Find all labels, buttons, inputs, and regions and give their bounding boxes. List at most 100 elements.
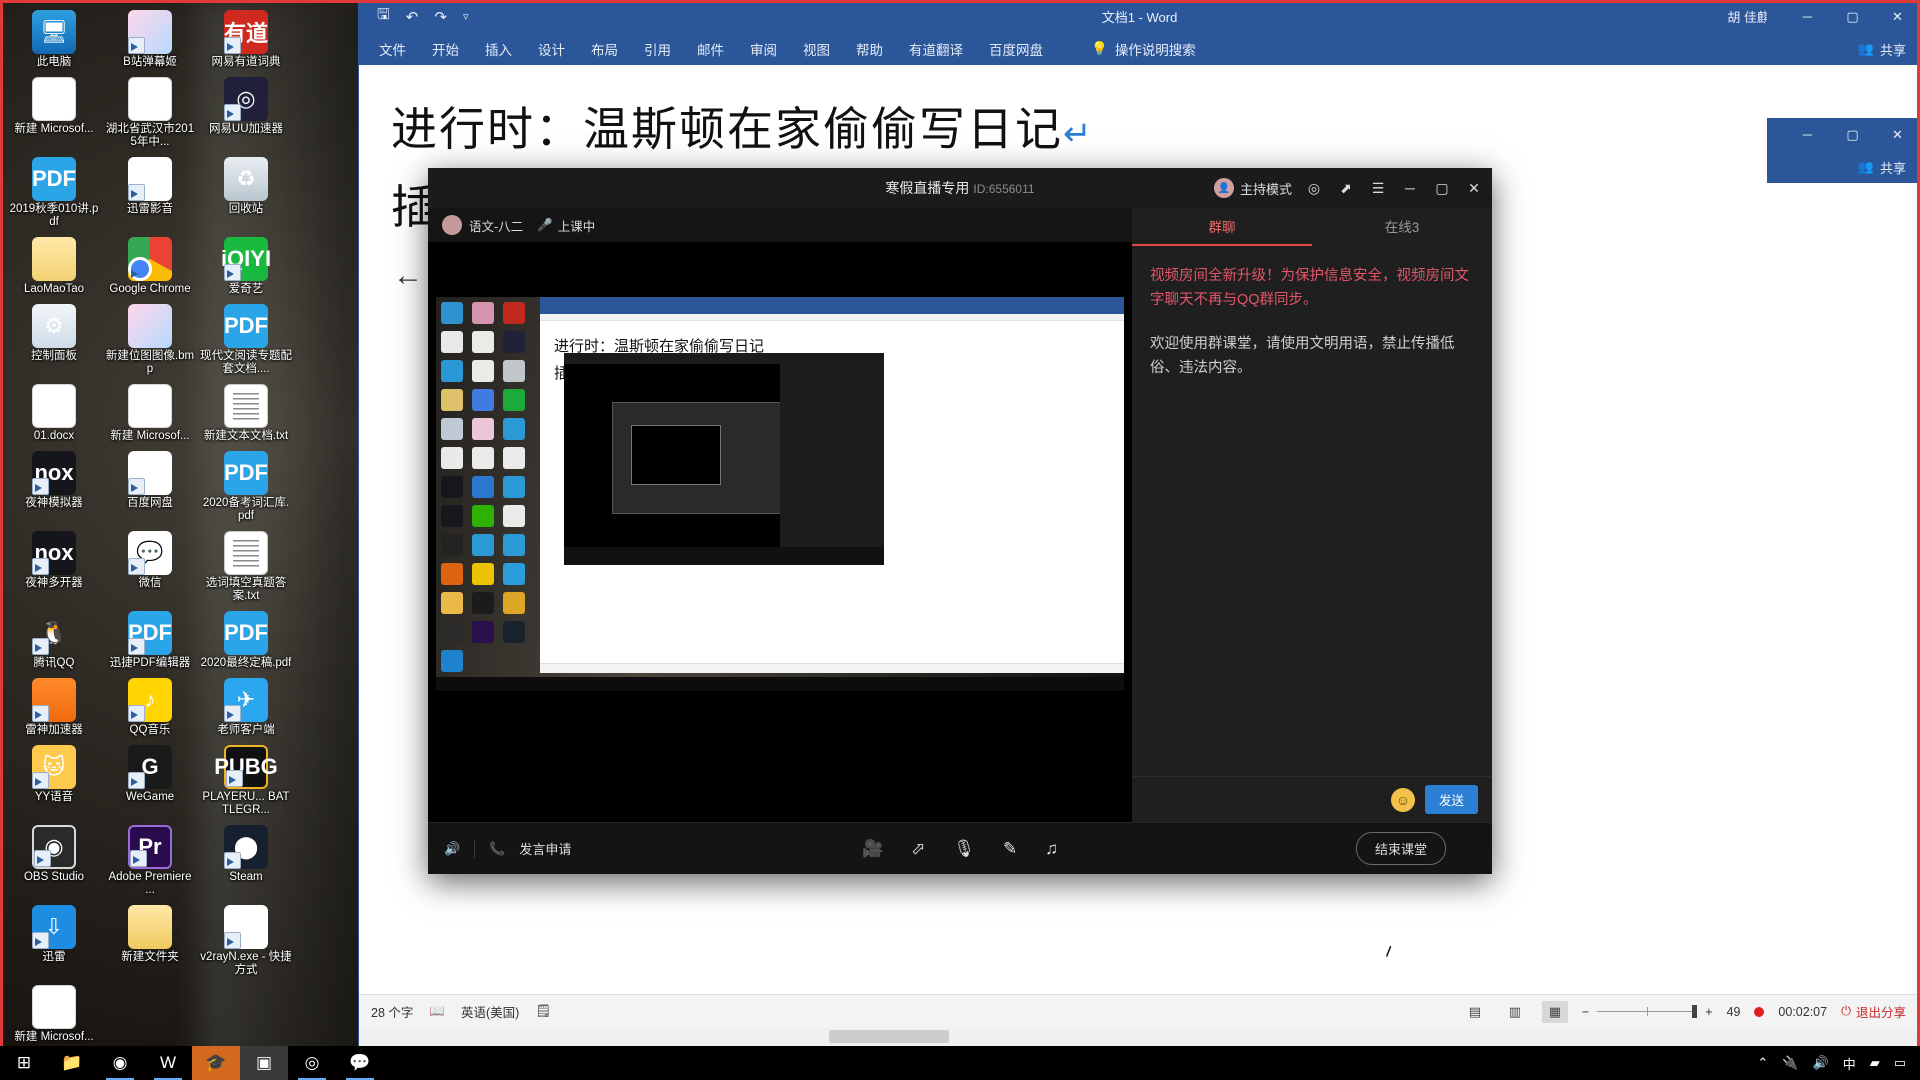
usb-icon[interactable]: 🔌 — [1782, 1055, 1798, 1071]
save-icon[interactable]: 🖫 — [377, 4, 390, 29]
scrollbar-thumb[interactable] — [829, 1030, 949, 1043]
obs-taskbar-icon[interactable]: ◎ — [288, 1046, 336, 1080]
desktop-icon-20[interactable]: PDF 2020备考词汇库.pdf — [198, 447, 294, 525]
word-ribbon-tabs[interactable]: 文件 开始 插入 设计 布局 引用 邮件 审阅 视图 帮助 有道翻译 百度网盘 💡 操作说明搜索 👥 … — [359, 33, 1920, 65]
accessibility-icon[interactable]: 🗒 — [535, 1004, 551, 1019]
ribbon-tab-布局[interactable]: 布局 — [591, 39, 618, 59]
system-tray[interactable]: ⌃ 🔌 🔊 中 ▰ ▭ — [1757, 1054, 1920, 1073]
camera-off-icon[interactable]: 🎥 — [862, 839, 883, 859]
share-screen-icon[interactable]: ⬀ — [911, 839, 925, 859]
ribbon-tab-视图[interactable]: 视图 — [803, 39, 830, 59]
popout-icon[interactable]: ⬈ — [1336, 180, 1356, 197]
desktop-icon-36[interactable]: ⇩ 迅雷 — [6, 901, 102, 979]
desktop-icon-3[interactable]: W 新建 Microsof... — [6, 73, 102, 151]
shared-screen-view[interactable]: 进行时：温斯顿在家偷偷写日记 插 — [428, 242, 1394, 957]
send-button[interactable]: 发送 — [1424, 785, 1478, 814]
desktop-icon-31[interactable]: G WeGame — [102, 741, 198, 819]
print-layout-icon[interactable]: ▥ — [1502, 1001, 1528, 1023]
zoom-slider[interactable]: − + — [1582, 1005, 1713, 1019]
word-horizontal-scrollbar[interactable] — [359, 1028, 1920, 1046]
tell-me-search[interactable]: 💡 操作说明搜索 — [1091, 39, 1196, 59]
desktop-icon-30[interactable]: 🐱 YY语音 — [6, 741, 102, 819]
desktop-icon-32[interactable]: PUBG PLAYERU... BATTLEGR... — [198, 741, 294, 819]
desktop-icon-18[interactable]: nox 夜神模拟器 — [6, 447, 102, 525]
desktop-icon-17[interactable]: 新建文本文档.txt — [198, 380, 294, 445]
word-share-window-2[interactable]: ─ ▢ ✕ 👥 共享 — [1767, 118, 1920, 183]
desktop-icon-24[interactable]: 🐧 腾讯QQ — [6, 607, 102, 672]
desktop-icon-35[interactable]: ⬤ Steam — [198, 821, 294, 899]
action-center-icon[interactable]: ▭ — [1894, 1055, 1906, 1071]
desktop-icon-21[interactable]: nox 夜神多开器 — [6, 527, 102, 605]
desktop-icon-1[interactable]: B站弹幕姬 — [102, 6, 198, 71]
close-icon[interactable]: ✕ — [1464, 180, 1484, 197]
desktop-icon-10[interactable]: Google Chrome — [102, 233, 198, 298]
conference-footer-toolbar[interactable]: 🔊 📞 发言申请 🎥 ⬀ 🎙 ✎ ♫ 结束课堂 — [428, 822, 1492, 874]
desktop-icon-13[interactable]: 新建位图图像.bmp — [102, 300, 198, 378]
customize-qat-icon[interactable]: ▿ — [463, 10, 469, 23]
word-share-window-1[interactable]: ─ ▢ ✕ 👥 共享 — [1767, 0, 1920, 107]
desktop-icon-34[interactable]: Pr Adobe Premiere ... — [102, 821, 198, 899]
desktop-icon-16[interactable]: W 新建 Microsof... — [102, 380, 198, 445]
ribbon-tab-设计[interactable]: 设计 — [538, 39, 565, 59]
screenshot-taskbar-icon[interactable]: ▣ — [240, 1046, 288, 1080]
chrome-taskbar-icon[interactable]: ◉ — [96, 1046, 144, 1080]
settings-icon[interactable]: ◎ — [1304, 180, 1324, 197]
zoom-track[interactable] — [1597, 1005, 1698, 1018]
maximize-icon[interactable]: ▢ — [1432, 180, 1452, 197]
end-class-button[interactable]: 结束课堂 — [1355, 832, 1446, 865]
ribbon-tab-帮助[interactable]: 帮助 — [856, 39, 883, 59]
conference-tools[interactable]: 🎥 ⬀ 🎙 ✎ ♫ — [862, 839, 1058, 859]
microphone-icon[interactable]: 🎙 — [953, 839, 975, 859]
maximize-button[interactable]: ▢ — [1830, 118, 1875, 151]
proofing-icon[interactable]: 📖 — [429, 1004, 445, 1019]
desktop-icon-29[interactable]: ✈ 老师客户端 — [198, 674, 294, 739]
exit-share-button[interactable]: ⏻ 退出分享 — [1841, 1002, 1906, 1021]
web-layout-icon[interactable]: ▦ — [1541, 1000, 1568, 1023]
zoom-thumb[interactable] — [1692, 1005, 1698, 1018]
zoom-in-button[interactable]: + — [1705, 1005, 1712, 1019]
desktop-icon-7[interactable]: ▶ 迅雷影音 — [102, 153, 198, 231]
conference-chat-panel[interactable]: 群聊 在线3 视频房间全新升级！为保护信息安全，视频房间文字聊天不再与QQ群同步。… — [1132, 208, 1492, 822]
speak-request-label[interactable]: 发言申请 — [519, 839, 571, 858]
minimize-button[interactable]: ─ — [1785, 118, 1830, 151]
mini-share-button-1[interactable]: 👥 共享 — [1767, 33, 1920, 65]
ime-icon[interactable]: 中 — [1843, 1054, 1856, 1073]
conference-title-actions[interactable]: 👤 主持模式 ◎ ⬈ ☰ ─ ▢ ✕ — [1213, 178, 1484, 198]
desktop-icon-22[interactable]: 💬 微信 — [102, 527, 198, 605]
minimize-icon[interactable]: ─ — [1400, 180, 1420, 196]
desktop-icon-27[interactable]: 雷神加速器 — [6, 674, 102, 739]
volume-icon[interactable]: 🔊 — [1813, 1055, 1829, 1071]
desktop-icon-37[interactable]: 新建文件夹 — [102, 901, 198, 979]
desktop-icon-12[interactable]: ⚙ 控制面板 — [6, 300, 102, 378]
mini-window-controls-1[interactable]: ─ ▢ ✕ — [1767, 0, 1920, 33]
quick-access-toolbar[interactable]: 🖫 ↶ ↷ ▿ — [359, 4, 468, 29]
mini-window-controls-2[interactable]: ─ ▢ ✕ — [1767, 118, 1920, 151]
desktop-icon-14[interactable]: PDF 现代文阅读专题配套文档.... — [198, 300, 294, 378]
ribbon-tab-百度网盘[interactable]: 百度网盘 — [989, 39, 1043, 59]
chat-tab-0[interactable]: 群聊 — [1132, 208, 1312, 246]
desktop-icon-11[interactable]: iQIYI 爱奇艺 — [198, 233, 294, 298]
class-client-taskbar-icon[interactable]: 🎓 — [192, 1046, 240, 1080]
ribbon-tab-邮件[interactable]: 邮件 — [697, 39, 724, 59]
ribbon-tab-引用[interactable]: 引用 — [644, 39, 671, 59]
desktop-icon-0[interactable]: 🖥 此电脑 — [6, 6, 102, 71]
show-hidden-icons[interactable]: ⌃ — [1757, 1055, 1768, 1071]
close-button[interactable]: ✕ — [1875, 0, 1920, 33]
undo-icon[interactable]: ↶ — [406, 8, 419, 26]
zoom-out-button[interactable]: − — [1582, 1005, 1589, 1019]
maximize-button[interactable]: ▢ — [1830, 0, 1875, 33]
conference-window[interactable]: 寒假直播专用 ID:6556011 👤 主持模式 ◎ ⬈ ☰ ─ ▢ ✕ 语文-八… — [428, 168, 1492, 957]
emoji-icon[interactable]: ☺ — [1390, 787, 1415, 812]
desktop-icon-25[interactable]: PDF 迅捷PDF编辑器 — [102, 607, 198, 672]
qq-classroom-taskbar-icon[interactable]: 💬 — [336, 1046, 384, 1080]
network-icon[interactable]: ▰ — [1870, 1055, 1880, 1071]
mini-share-button-2[interactable]: 👥 共享 — [1767, 151, 1920, 183]
chat-input-bar[interactable]: ☺ 发送 — [1132, 776, 1492, 822]
chat-tab-1[interactable]: 在线3 — [1312, 208, 1492, 246]
desktop-icon-23[interactable]: 选词填空真题答案.txt — [198, 527, 294, 605]
music-icon[interactable]: ♫ — [1045, 839, 1058, 859]
ribbon-tab-审阅[interactable]: 审阅 — [750, 39, 777, 59]
file-explorer-icon[interactable]: 📁 — [48, 1046, 96, 1080]
read-mode-icon[interactable]: ▤ — [1462, 1001, 1488, 1023]
ribbon-tab-文件[interactable]: 文件 — [379, 39, 406, 59]
